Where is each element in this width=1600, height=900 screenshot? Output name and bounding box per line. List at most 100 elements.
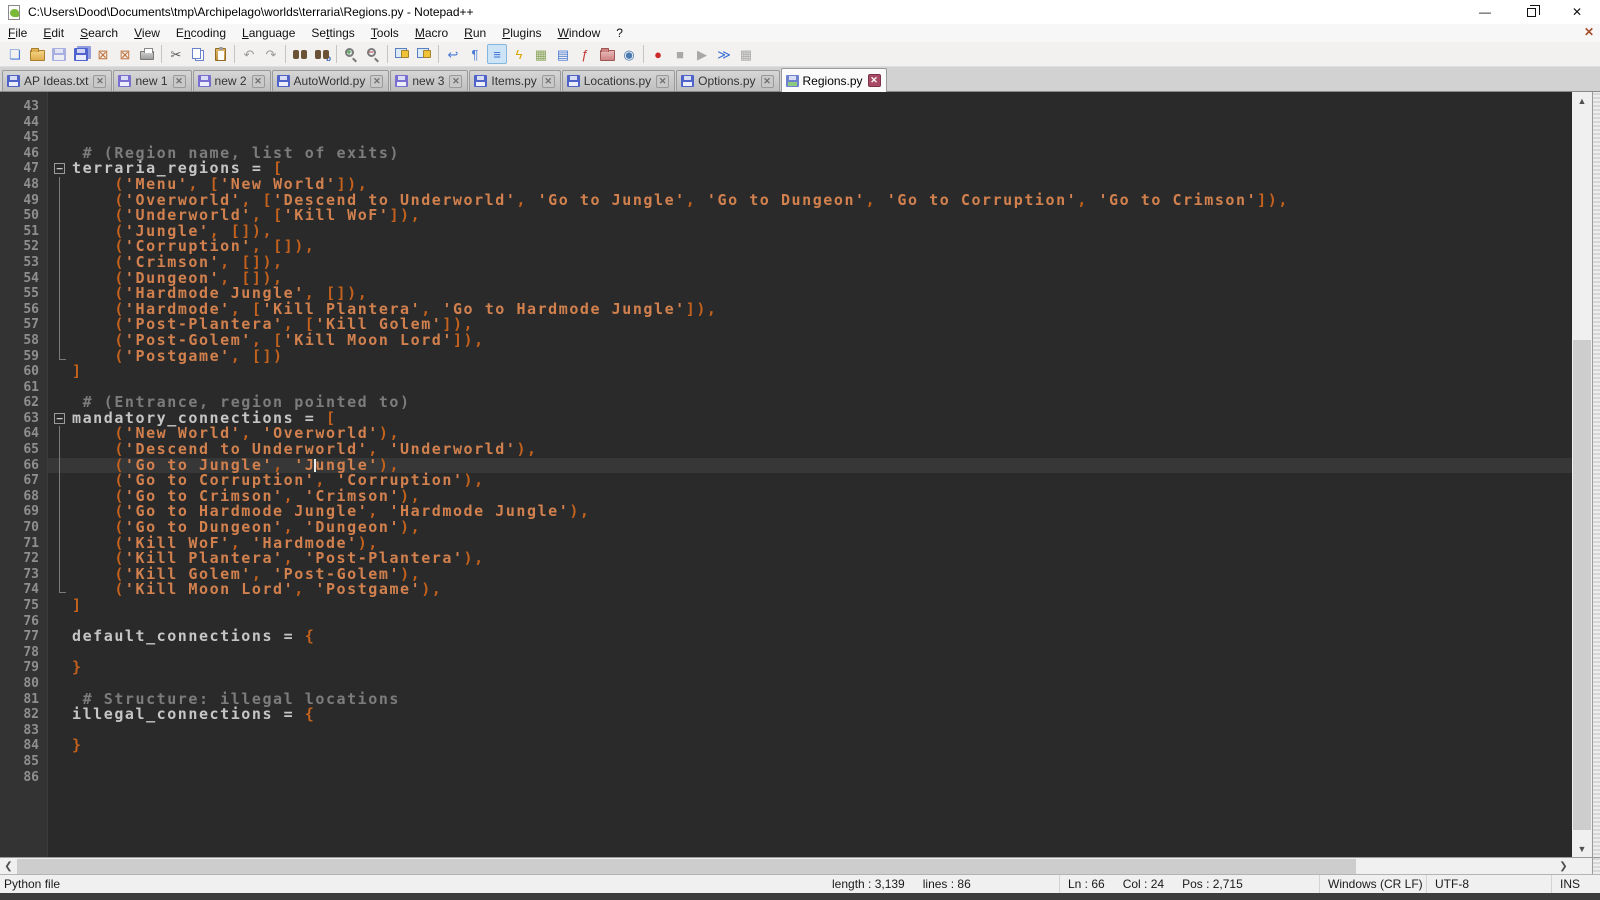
fold-marker[interactable]: − xyxy=(48,411,72,427)
user-defined-language-icon[interactable]: ϟ xyxy=(509,44,529,64)
code-text[interactable]: # (Region name, list of exits) xyxy=(72,146,1572,162)
menu-item-search[interactable]: Search xyxy=(72,25,126,41)
tab-close-icon[interactable]: ✕ xyxy=(93,75,106,88)
code-text[interactable] xyxy=(72,99,1572,115)
undo-icon[interactable]: ↶ xyxy=(239,44,259,64)
fold-marker[interactable]: − xyxy=(48,161,72,177)
tab-close-icon[interactable]: ✕ xyxy=(449,75,462,88)
code-line[interactable]: 85 xyxy=(0,754,1572,770)
document-list-icon[interactable]: ▤ xyxy=(553,44,573,64)
close-all-docs-icon[interactable]: ⊠ xyxy=(115,44,135,64)
code-line[interactable]: 84} xyxy=(0,738,1572,754)
code-text[interactable]: illegal_connections = { xyxy=(72,707,1572,723)
code-text[interactable]: ('Corruption', []), xyxy=(72,239,1572,255)
find-icon[interactable] xyxy=(290,44,310,64)
close-doc-icon[interactable]: ⊠ xyxy=(93,44,113,64)
menu-item-run[interactable]: Run xyxy=(456,25,494,41)
horizontal-scrollbar[interactable]: ❮ ❯ xyxy=(0,858,1572,874)
tab-new-3[interactable]: new 3✕ xyxy=(390,70,468,91)
tab-close-icon[interactable]: ✕ xyxy=(370,75,383,88)
print-icon[interactable] xyxy=(137,44,157,64)
menu-item-window[interactable]: Window xyxy=(550,25,609,41)
macro-play-icon[interactable]: ▶ xyxy=(692,44,712,64)
close-button[interactable]: ✕ xyxy=(1554,0,1600,24)
menu-item-file[interactable]: File xyxy=(0,25,35,41)
code-line[interactable]: 77default_connections = { xyxy=(0,629,1572,645)
code-text[interactable]: ('Kill Moon Lord', 'Postgame'), xyxy=(72,582,1572,598)
code-text[interactable]: ] xyxy=(72,598,1572,614)
zoom-out-icon[interactable]: − xyxy=(363,44,383,64)
tab-close-icon[interactable]: ✕ xyxy=(542,75,555,88)
tab-close-icon[interactable]: ✕ xyxy=(656,75,669,88)
code-line[interactable]: 83 xyxy=(0,723,1572,739)
paste-icon[interactable] xyxy=(210,44,230,64)
code-text[interactable]: default_connections = { xyxy=(72,629,1572,645)
sync-horizontal-icon[interactable] xyxy=(414,44,434,64)
tab-close-icon[interactable]: ✕ xyxy=(252,75,265,88)
tab-items-py[interactable]: Items.py✕ xyxy=(469,70,560,91)
code-text[interactable] xyxy=(72,115,1572,131)
code-editor[interactable]: 43444546 # (Region name, list of exits)4… xyxy=(0,92,1572,857)
vertical-scrollbar[interactable]: ▲ ▼ xyxy=(1572,92,1592,857)
cut-icon[interactable]: ✂ xyxy=(166,44,186,64)
indent-guide-icon[interactable]: ≡ xyxy=(487,44,507,64)
code-line[interactable]: 86 xyxy=(0,770,1572,786)
tab-ap-ideas-txt[interactable]: AP Ideas.txt✕ xyxy=(2,70,112,91)
code-text[interactable] xyxy=(72,770,1572,786)
menu-item-view[interactable]: View xyxy=(126,25,168,41)
code-line[interactable]: 74 ('Kill Moon Lord', 'Postgame'), xyxy=(0,582,1572,598)
save-all-icon[interactable] xyxy=(71,44,91,64)
horizontal-scrollbar-thumb[interactable] xyxy=(17,859,1356,874)
menu-item-edit[interactable]: Edit xyxy=(35,25,72,41)
code-line[interactable]: 78 xyxy=(0,645,1572,661)
macro-run-multiple-icon[interactable]: ≫ xyxy=(714,44,734,64)
code-text[interactable] xyxy=(72,723,1572,739)
redo-icon[interactable]: ↷ xyxy=(261,44,281,64)
open-file-icon[interactable] xyxy=(27,44,47,64)
tab-autoworld-py[interactable]: AutoWorld.py✕ xyxy=(272,70,390,91)
menu-item-plugins[interactable]: Plugins xyxy=(494,25,549,41)
code-line[interactable]: 44 xyxy=(0,115,1572,131)
code-text[interactable]: ('Post-Golem', ['Kill Moon Lord']), xyxy=(72,333,1572,349)
code-line[interactable]: 43 xyxy=(0,99,1572,115)
replace-icon[interactable]: b xyxy=(312,44,332,64)
zoom-in-icon[interactable]: + xyxy=(341,44,361,64)
tab-new-2[interactable]: new 2✕ xyxy=(193,70,271,91)
minimize-button[interactable]: — xyxy=(1462,0,1508,24)
scroll-down-icon[interactable]: ▼ xyxy=(1572,840,1592,857)
new-file-icon[interactable]: ❏ xyxy=(5,44,25,64)
code-text[interactable] xyxy=(72,645,1572,661)
menu-item-tools[interactable]: Tools xyxy=(363,25,407,41)
tab-new-1[interactable]: new 1✕ xyxy=(113,70,191,91)
copy-icon[interactable] xyxy=(188,44,208,64)
code-line[interactable]: 59 ('Postgame', []) xyxy=(0,349,1572,365)
tab-close-icon[interactable]: ✕ xyxy=(868,74,881,87)
menu-item-language[interactable]: Language xyxy=(234,25,303,41)
menu-item-[interactable]: ? xyxy=(608,25,631,41)
code-text[interactable]: ('Postgame', []) xyxy=(72,349,1572,365)
scroll-up-icon[interactable]: ▲ xyxy=(1572,92,1592,109)
code-text[interactable]: ('Crimson', []), xyxy=(72,255,1572,271)
menu-item-encoding[interactable]: Encoding xyxy=(168,25,234,41)
menubar-close-icon[interactable]: ✕ xyxy=(1584,25,1594,39)
tab-regions-py[interactable]: Regions.py✕ xyxy=(781,68,887,92)
tab-close-icon[interactable]: ✕ xyxy=(173,75,186,88)
macro-stop-icon[interactable]: ■ xyxy=(670,44,690,64)
code-text[interactable]: ] xyxy=(72,364,1572,380)
code-text[interactable]: } xyxy=(72,660,1572,676)
scroll-left-icon[interactable]: ❮ xyxy=(0,858,17,875)
code-text[interactable] xyxy=(72,754,1572,770)
macro-record-icon[interactable]: ● xyxy=(648,44,668,64)
menu-item-macro[interactable]: Macro xyxy=(407,25,456,41)
code-line[interactable]: 75] xyxy=(0,598,1572,614)
code-line[interactable]: 82illegal_connections = { xyxy=(0,707,1572,723)
save-icon[interactable] xyxy=(49,44,69,64)
menu-item-settings[interactable]: Settings xyxy=(303,25,362,41)
folder-as-workspace-icon[interactable] xyxy=(597,44,617,64)
document-map-icon[interactable]: ▦ xyxy=(531,44,551,64)
show-all-characters-icon[interactable]: ¶ xyxy=(465,44,485,64)
scroll-right-icon[interactable]: ❯ xyxy=(1555,858,1572,875)
code-line[interactable]: 79} xyxy=(0,660,1572,676)
code-text[interactable]: } xyxy=(72,738,1572,754)
sync-vertical-icon[interactable] xyxy=(392,44,412,64)
